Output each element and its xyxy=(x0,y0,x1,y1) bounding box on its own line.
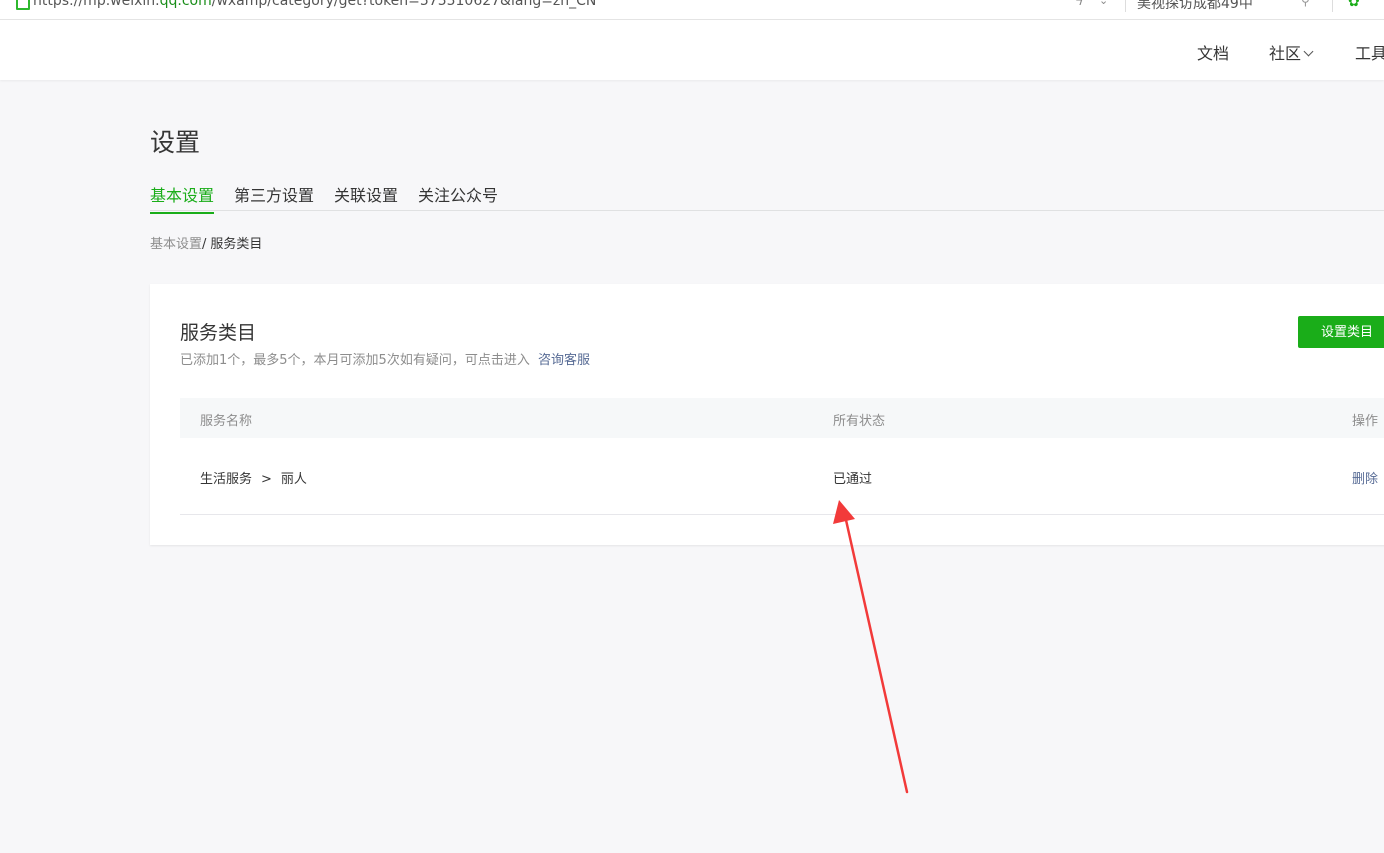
column-header-action: 操作 xyxy=(1352,414,1379,429)
url-prefix: https://mp.weixin. xyxy=(33,0,160,9)
contact-support-link[interactable]: 咨询客服 xyxy=(538,353,590,368)
category-separator: > xyxy=(261,472,272,487)
category-primary: 生活服务 xyxy=(200,472,253,487)
card-title: 服务类目 xyxy=(180,322,257,344)
table-header: 服务名称 所有状态 操作 xyxy=(180,398,1384,438)
extension-icon[interactable]: ✿ xyxy=(1348,0,1360,10)
column-header-status[interactable]: 所有状态 xyxy=(833,410,885,429)
page-title: 设置 xyxy=(150,128,201,157)
tab-basic-settings[interactable]: 基本设置 xyxy=(150,182,215,214)
category-secondary: 丽人 xyxy=(280,472,307,487)
search-icon[interactable]: ⚲ xyxy=(1301,0,1310,8)
url-path: /wxamp/category/get?token=575510627&lang… xyxy=(211,0,597,9)
set-category-button[interactable]: 设置类目 xyxy=(1298,316,1384,348)
card-description-text: 已添加1个，最多5个，本月可添加5次如有疑问，可点击进入 xyxy=(180,353,530,368)
browser-search-input[interactable]: 美视探访成都49中 xyxy=(1137,0,1253,13)
lightning-icon[interactable]: ϟ xyxy=(1075,0,1084,9)
service-name-cell: 生活服务 > 丽人 xyxy=(200,468,307,487)
secure-lock-icon xyxy=(16,0,30,10)
status-cell: 已通过 xyxy=(833,472,873,487)
card-description: 已添加1个，最多5个，本月可添加5次如有疑问，可点击进入 咨询客服 xyxy=(180,349,590,368)
table-row: 生活服务 > 丽人 已通过 删除 xyxy=(180,438,1384,515)
top-nav: 文档 社区 工具 xyxy=(0,20,1384,80)
nav-item-docs[interactable]: 文档 xyxy=(1197,40,1229,64)
nav-item-label: 社区 xyxy=(1269,44,1302,63)
divider xyxy=(1125,0,1126,12)
tab-follow-official-account[interactable]: 关注公众号 xyxy=(418,182,498,212)
nav-item-community[interactable]: 社区 xyxy=(1269,40,1314,64)
breadcrumb-parent[interactable]: 基本设置 xyxy=(150,237,202,252)
settings-tabs: 基本设置 第三方设置 关联设置 关注公众号 xyxy=(150,180,1384,214)
arrow-shaft xyxy=(844,518,909,794)
breadcrumb-separator: / xyxy=(202,237,207,252)
chevron-down-icon xyxy=(1303,46,1314,57)
tab-related-settings[interactable]: 关联设置 xyxy=(334,182,398,212)
nav-item-tools[interactable]: 工具 xyxy=(1355,40,1384,64)
browser-address-bar: https://mp.weixin.qq.com/wxamp/category/… xyxy=(0,0,1384,20)
divider xyxy=(1332,0,1333,12)
tab-third-party-settings[interactable]: 第三方设置 xyxy=(234,182,314,212)
breadcrumb: 基本设置/服务类目 xyxy=(150,233,262,252)
delete-link[interactable]: 删除 xyxy=(1352,468,1378,487)
url-domain: qq.com xyxy=(159,0,212,9)
url-text[interactable]: https://mp.weixin.qq.com/wxamp/category/… xyxy=(33,0,596,9)
column-header-service-name: 服务名称 xyxy=(200,414,253,429)
service-category-card: 服务类目 已添加1个，最多5个，本月可添加5次如有疑问，可点击进入 咨询客服 设… xyxy=(150,284,1384,545)
chevron-down-icon[interactable]: ⌄ xyxy=(1099,0,1108,7)
breadcrumb-current: 服务类目 xyxy=(210,237,263,252)
